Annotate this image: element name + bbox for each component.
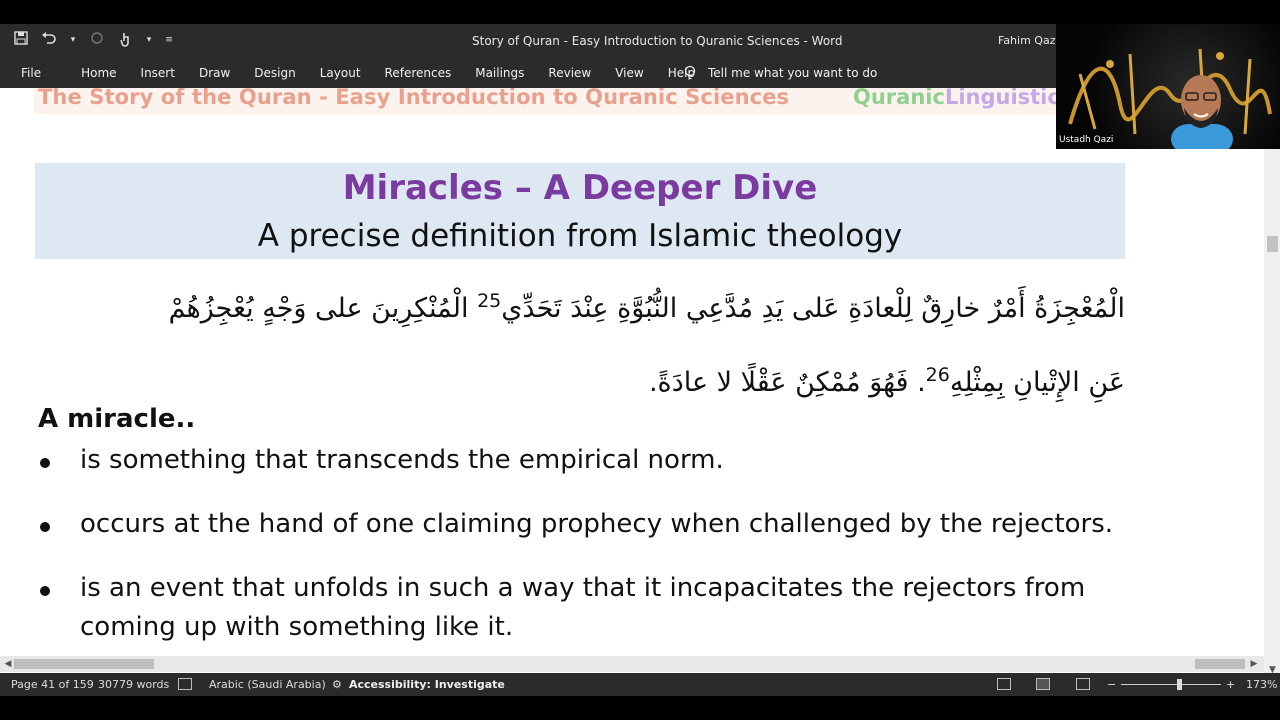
horizontal-scrollbar[interactable]: ◀ ▶ <box>0 656 1264 672</box>
bullet-list: is something that transcends the empiric… <box>38 441 1148 658</box>
ribbon-tabs: File Home Insert Draw Design Layout Refe… <box>0 58 707 88</box>
user-name[interactable]: Fahim Qazi <box>998 34 1059 47</box>
arabic-text-1a: الْمُعْجِزَةُ أَمْرٌ خارِقٌ لِلْعادَةِ ع… <box>501 293 1125 324</box>
word-window: ▾ ▾ ≡ Story of Quran - Easy Introduction… <box>0 24 1280 696</box>
tab-references[interactable]: References <box>373 66 464 80</box>
page-header: The Story of the Quran - Easy Introducti… <box>34 88 1094 114</box>
header-title: The Story of the Quran - Easy Introducti… <box>38 88 790 109</box>
tab-view[interactable]: View <box>603 66 655 80</box>
tab-file[interactable]: File <box>0 66 69 80</box>
presenter-label: Ustadh Qazi <box>1059 135 1114 145</box>
zoom-out-icon[interactable]: − <box>1107 678 1116 691</box>
arabic-definition: الْمُعْجِزَةُ أَمْرٌ خارِقٌ لِلْعادَةِ ع… <box>80 268 1125 416</box>
vertical-scroll-thumb[interactable] <box>1267 236 1278 252</box>
customize-qat-icon[interactable]: ≡ <box>164 31 174 49</box>
arabic-text-2a: عَنِ الإِتْيانِ بِمِثْلِهِ <box>949 367 1125 398</box>
bullet-icon <box>40 522 50 532</box>
web-layout-icon[interactable] <box>1076 678 1090 690</box>
zoom-in-icon[interactable]: + <box>1226 678 1235 691</box>
tab-mailings[interactable]: Mailings <box>463 66 536 80</box>
tell-me-search[interactable]: Tell me what you want to do <box>682 65 877 81</box>
horizontal-scroll-thumb[interactable] <box>14 659 154 669</box>
bullet-text: is an event that unfolds in such a way t… <box>80 573 1086 642</box>
header-brand: QuranicLinguistics <box>853 88 1072 109</box>
bullet-text: is something that transcends the empiric… <box>80 445 724 475</box>
webcam-overlay: Ustadh Qazi <box>1056 24 1280 149</box>
tab-layout[interactable]: Layout <box>308 66 373 80</box>
scroll-right-icon[interactable]: ▶ <box>1248 658 1260 670</box>
section-heading: A miracle.. <box>38 404 196 434</box>
document-canvas[interactable]: The Story of the Quran - Easy Introducti… <box>0 88 1264 658</box>
tab-draw[interactable]: Draw <box>187 66 242 80</box>
page-title: Miracles – A Deeper Dive <box>342 168 818 208</box>
horizontal-scroll-track-segment[interactable] <box>1195 659 1245 669</box>
zoom-slider-thumb[interactable] <box>1177 679 1182 690</box>
zoom-level[interactable]: 173% <box>1246 678 1277 691</box>
list-item: is something that transcends the empiric… <box>38 441 1148 480</box>
page-count[interactable]: Page 41 of 159 <box>11 678 94 691</box>
undo-dropdown-icon[interactable]: ▾ <box>68 31 78 49</box>
document-title: Story of Quran - Easy Introduction to Qu… <box>472 34 843 48</box>
redo-icon[interactable] <box>88 31 106 49</box>
proofing-icon[interactable] <box>178 678 192 690</box>
tab-design[interactable]: Design <box>242 66 307 80</box>
accessibility-status[interactable]: Accessibility: Investigate <box>349 678 505 691</box>
status-bar: Page 41 of 159 30779 words Arabic (Saudi… <box>0 673 1280 696</box>
undo-icon[interactable] <box>40 31 58 49</box>
tell-me-label: Tell me what you want to do <box>708 66 878 80</box>
tab-insert[interactable]: Insert <box>129 66 187 80</box>
bullet-icon <box>40 586 50 596</box>
language-indicator[interactable]: Arabic (Saudi Arabia) <box>209 678 326 691</box>
presenter-avatar <box>1171 75 1233 149</box>
arabic-line-2: عَنِ الإِتْيانِ بِمِثْلِهِ26. فَهُوَ مُم… <box>80 342 1125 416</box>
heading-box: Miracles – A Deeper Dive A precise defin… <box>35 163 1125 259</box>
bullet-icon <box>40 458 50 468</box>
quick-access-toolbar: ▾ ▾ ≡ <box>12 31 174 49</box>
bullet-text: occurs at the hand of one claiming proph… <box>80 509 1114 539</box>
read-mode-icon[interactable] <box>997 678 1011 690</box>
vertical-scrollbar[interactable]: ▼ <box>1264 88 1280 680</box>
arabic-text-1b: الْمُنْكِرِينَ على وَجْهٍ يُعْجِزُهُمْ <box>168 293 478 324</box>
brand-part-linguistics: Linguistics <box>944 88 1073 109</box>
list-item: occurs at the hand of one claiming proph… <box>38 505 1148 544</box>
arabic-text-2b: . فَهُوَ مُمْكِنٌ عَقْلًا لا عادَةً. <box>648 367 926 398</box>
arabic-line-1: الْمُعْجِزَةُ أَمْرٌ خارِقٌ لِلْعادَةِ ع… <box>80 268 1125 342</box>
zoom-slider[interactable] <box>1121 684 1221 685</box>
word-count[interactable]: 30779 words <box>98 678 169 691</box>
lightbulb-icon <box>682 65 698 81</box>
list-item: is an event that unfolds in such a way t… <box>38 569 1148 647</box>
footnote-ref-26[interactable]: 26 <box>926 364 950 386</box>
touch-dropdown-icon[interactable]: ▾ <box>144 31 154 49</box>
footnote-ref-25[interactable]: 25 <box>477 290 501 312</box>
save-icon[interactable] <box>12 31 30 49</box>
page-subtitle: A precise definition from Islamic theolo… <box>257 218 903 254</box>
brand-part-quranic: Quranic <box>853 88 945 109</box>
scroll-left-icon[interactable]: ◀ <box>2 658 14 670</box>
tab-home[interactable]: Home <box>69 66 128 80</box>
print-layout-icon[interactable] <box>1036 678 1050 690</box>
accessibility-icon[interactable]: ⚙ <box>332 678 346 691</box>
tab-review[interactable]: Review <box>536 66 603 80</box>
touch-mode-icon[interactable] <box>116 31 134 49</box>
